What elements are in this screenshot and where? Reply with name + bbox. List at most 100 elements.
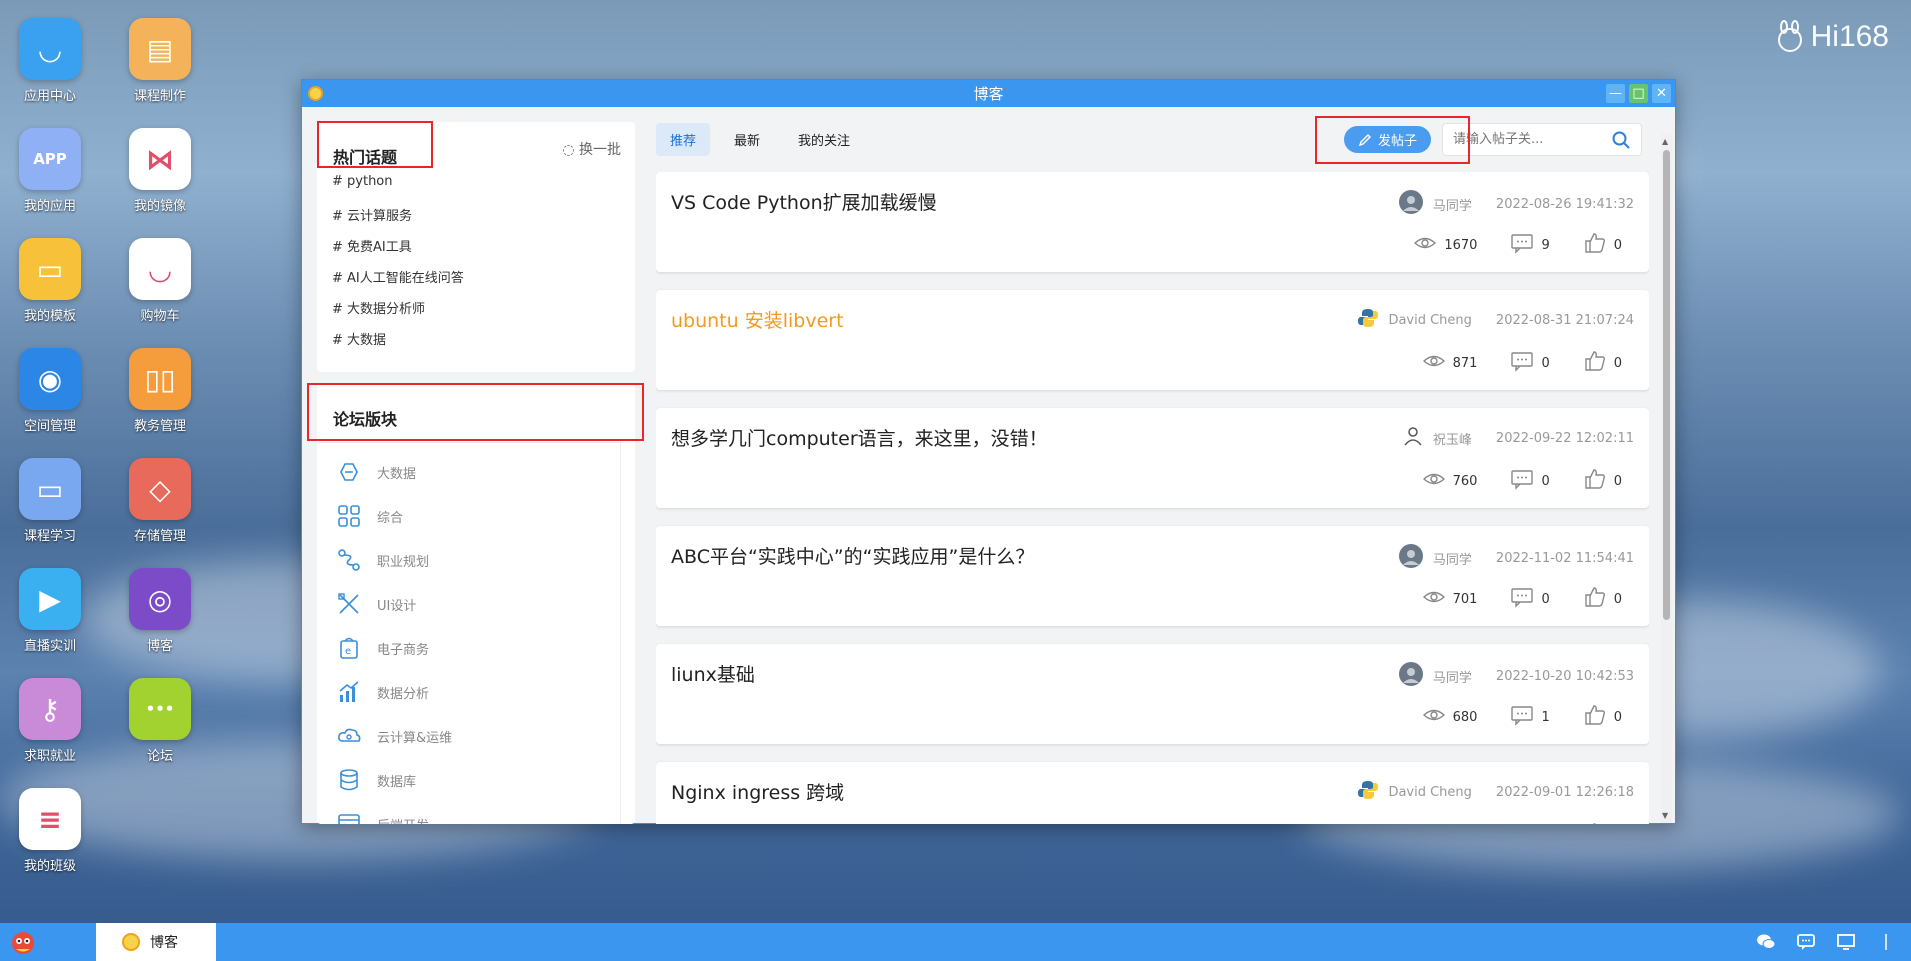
post-card[interactable]: Nginx ingress 跨域 David Cheng 2022-09-01 12… bbox=[656, 762, 1649, 824]
post-title[interactable]: ubuntu 安装libvert bbox=[671, 306, 844, 333]
forum-section-item[interactable]: 职业规划 bbox=[335, 546, 429, 574]
comment-count-stat[interactable]: 1 bbox=[1511, 704, 1550, 730]
like-count-stat[interactable]: 0 bbox=[1584, 822, 1622, 824]
forum-section-item[interactable]: 云计算&运维 bbox=[335, 722, 452, 750]
topic-item[interactable]: # 免费AI工具 bbox=[332, 236, 412, 255]
post-author[interactable]: 祝玉峰 bbox=[1433, 429, 1472, 448]
desktop-icon-8[interactable]: ▯▯ 教务管理 bbox=[115, 348, 205, 434]
forum-section-item[interactable]: e 电子商务 bbox=[335, 634, 429, 662]
eye-icon bbox=[1422, 468, 1445, 494]
tab-recommend[interactable]: 推荐 bbox=[656, 123, 711, 156]
tab-following[interactable]: 我的关注 bbox=[784, 123, 864, 156]
avatar[interactable] bbox=[1358, 780, 1379, 804]
post-title[interactable]: Nginx ingress 跨域 bbox=[671, 778, 844, 805]
shopping-bag-icon: ◡ bbox=[19, 18, 81, 80]
search-input[interactable] bbox=[1443, 124, 1593, 155]
desktop-icon-13[interactable]: ⚷ 求职就业 bbox=[5, 678, 95, 764]
taskbar-item-blog[interactable]: 博客 bbox=[96, 923, 216, 961]
topic-item[interactable]: # 大数据分析师 bbox=[332, 298, 425, 317]
forum-section-item[interactable]: 后端开发 bbox=[335, 810, 429, 824]
forum-section-item[interactable]: 综合 bbox=[335, 502, 403, 530]
message-icon[interactable] bbox=[1795, 931, 1817, 953]
cart-icon: ◡ bbox=[129, 238, 191, 300]
avatar[interactable] bbox=[1398, 544, 1423, 572]
post-stats: 701 0 0 bbox=[1422, 586, 1622, 612]
maximize-button[interactable]: □ bbox=[1629, 84, 1648, 103]
post-title[interactable]: VS Code Python扩展加载缓慢 bbox=[671, 188, 937, 215]
comment-count: 1 bbox=[1541, 709, 1550, 725]
grid-icon bbox=[335, 502, 363, 530]
desktop-icon-4[interactable]: ⋈ 我的镜像 bbox=[115, 128, 205, 214]
comment-count-stat[interactable]: 0 bbox=[1511, 586, 1550, 612]
window-titlebar[interactable]: 博客 — □ ✕ bbox=[302, 80, 1675, 107]
blog-app-icon bbox=[308, 86, 323, 101]
topic-item[interactable]: # python bbox=[332, 174, 393, 189]
start-button[interactable] bbox=[8, 927, 38, 957]
post-author[interactable]: David Cheng bbox=[1388, 313, 1471, 328]
post-card[interactable]: 想多学几门computer语言，来这里，没错！ 祝玉峰 2022-09-22 12:… bbox=[656, 408, 1649, 508]
like-count-stat[interactable]: 0 bbox=[1584, 704, 1622, 730]
post-card[interactable]: liunx基础 马同学 2022-10-20 10:42:53 680 1 0 bbox=[656, 644, 1649, 744]
post-card[interactable]: VS Code Python扩展加载缓慢 马同学 2022-08-26 19:41:… bbox=[656, 172, 1649, 272]
desktop-icon-14[interactable]: ••• 论坛 bbox=[115, 678, 205, 764]
tab-latest[interactable]: 最新 bbox=[720, 123, 774, 156]
comment-count-stat[interactable]: 0 bbox=[1511, 350, 1550, 376]
post-title[interactable]: liunx基础 bbox=[671, 660, 755, 687]
post-title[interactable]: ABC平台“实践中心”的“实践应用”是什么？ bbox=[671, 542, 1034, 569]
avatar[interactable] bbox=[1403, 426, 1423, 450]
desktop-icon-label: 我的应用 bbox=[23, 199, 76, 214]
refresh-button[interactable]: ◌ 换一批 bbox=[562, 139, 621, 159]
avatar[interactable] bbox=[1398, 662, 1423, 690]
new-post-button[interactable]: 发帖子 bbox=[1344, 126, 1431, 153]
forum-section-item[interactable]: 数据分析 bbox=[335, 678, 429, 706]
minimize-button[interactable]: — bbox=[1606, 84, 1625, 103]
avatar[interactable] bbox=[1358, 308, 1379, 332]
comment-count-stat[interactable]: 9 bbox=[1511, 232, 1550, 258]
like-count-stat[interactable]: 0 bbox=[1584, 468, 1622, 494]
scroll-up-icon[interactable]: ▲ bbox=[1662, 137, 1668, 146]
desktop-icon-6[interactable]: ◡ 购物车 bbox=[115, 238, 205, 324]
topic-item[interactable]: # AI人工智能在线问答 bbox=[332, 267, 464, 286]
forum-section-item[interactable]: 数据库 bbox=[335, 766, 416, 794]
post-author[interactable]: 马同学 bbox=[1433, 667, 1472, 686]
avatar[interactable] bbox=[1398, 190, 1423, 218]
forum-section-item[interactable]: UI设计 bbox=[335, 590, 416, 618]
desktop-icon-12[interactable]: ◎ 博客 bbox=[115, 568, 205, 654]
topic-item[interactable]: # 大数据 bbox=[332, 329, 386, 348]
scroll-down-icon[interactable]: ▼ bbox=[1662, 811, 1668, 820]
post-date: 2022-11-02 11:54:41 bbox=[1495, 550, 1634, 566]
topic-item[interactable]: # 云计算服务 bbox=[332, 205, 412, 224]
forum-section-item[interactable]: 大数据 bbox=[335, 458, 416, 486]
comment-icon bbox=[1511, 350, 1534, 376]
like-count-stat[interactable]: 0 bbox=[1584, 232, 1622, 258]
desktop-icon-15[interactable]: ≡ 我的班级 bbox=[5, 788, 95, 874]
wechat-icon[interactable] bbox=[1755, 931, 1777, 953]
post-author[interactable]: 马同学 bbox=[1433, 195, 1472, 214]
search-icon[interactable] bbox=[1611, 130, 1631, 154]
like-count-stat[interactable]: 0 bbox=[1584, 350, 1622, 376]
monitor-icon[interactable] bbox=[1835, 931, 1857, 953]
desktop-icon-3[interactable]: APP 我的应用 bbox=[5, 128, 95, 214]
post-title[interactable]: 想多学几门computer语言，来这里，没错！ bbox=[671, 424, 1048, 451]
show-desktop-icon[interactable] bbox=[1875, 931, 1897, 953]
post-author[interactable]: 马同学 bbox=[1433, 549, 1472, 568]
desktop-icon-7[interactable]: ◉ 空间管理 bbox=[5, 348, 95, 434]
desktop-icon-9[interactable]: ▭ 课程学习 bbox=[5, 458, 95, 544]
post-card[interactable]: ubuntu 安装libvert David Cheng 2022-08-31 21… bbox=[656, 290, 1649, 390]
desktop-icon-1[interactable]: ◡ 应用中心 bbox=[5, 18, 95, 104]
desktop-icon-11[interactable]: ▶ 直播实训 bbox=[5, 568, 95, 654]
comment-count: 0 bbox=[1541, 591, 1550, 607]
like-count-stat[interactable]: 0 bbox=[1584, 586, 1622, 612]
comment-count-stat[interactable]: 0 bbox=[1511, 822, 1549, 824]
comment-count-stat[interactable]: 0 bbox=[1511, 468, 1550, 494]
scrollbar[interactable]: ▲ ▼ bbox=[1661, 134, 1672, 823]
post-date: 2022-10-20 10:42:53 bbox=[1495, 668, 1634, 684]
post-card[interactable]: ABC平台“实践中心”的“实践应用”是什么？ 马同学 2022-11-02 11:5… bbox=[656, 526, 1649, 626]
desktop-icon-10[interactable]: ◇ 存储管理 bbox=[115, 458, 205, 544]
close-button[interactable]: ✕ bbox=[1652, 84, 1671, 103]
desktop-icon-5[interactable]: ▭ 我的模板 bbox=[5, 238, 95, 324]
post-author[interactable]: David Cheng bbox=[1388, 785, 1471, 800]
desktop-icon-2[interactable]: ▤ 课程制作 bbox=[115, 18, 205, 104]
scroll-thumb[interactable] bbox=[1663, 150, 1670, 620]
design-tools-icon bbox=[335, 590, 363, 618]
